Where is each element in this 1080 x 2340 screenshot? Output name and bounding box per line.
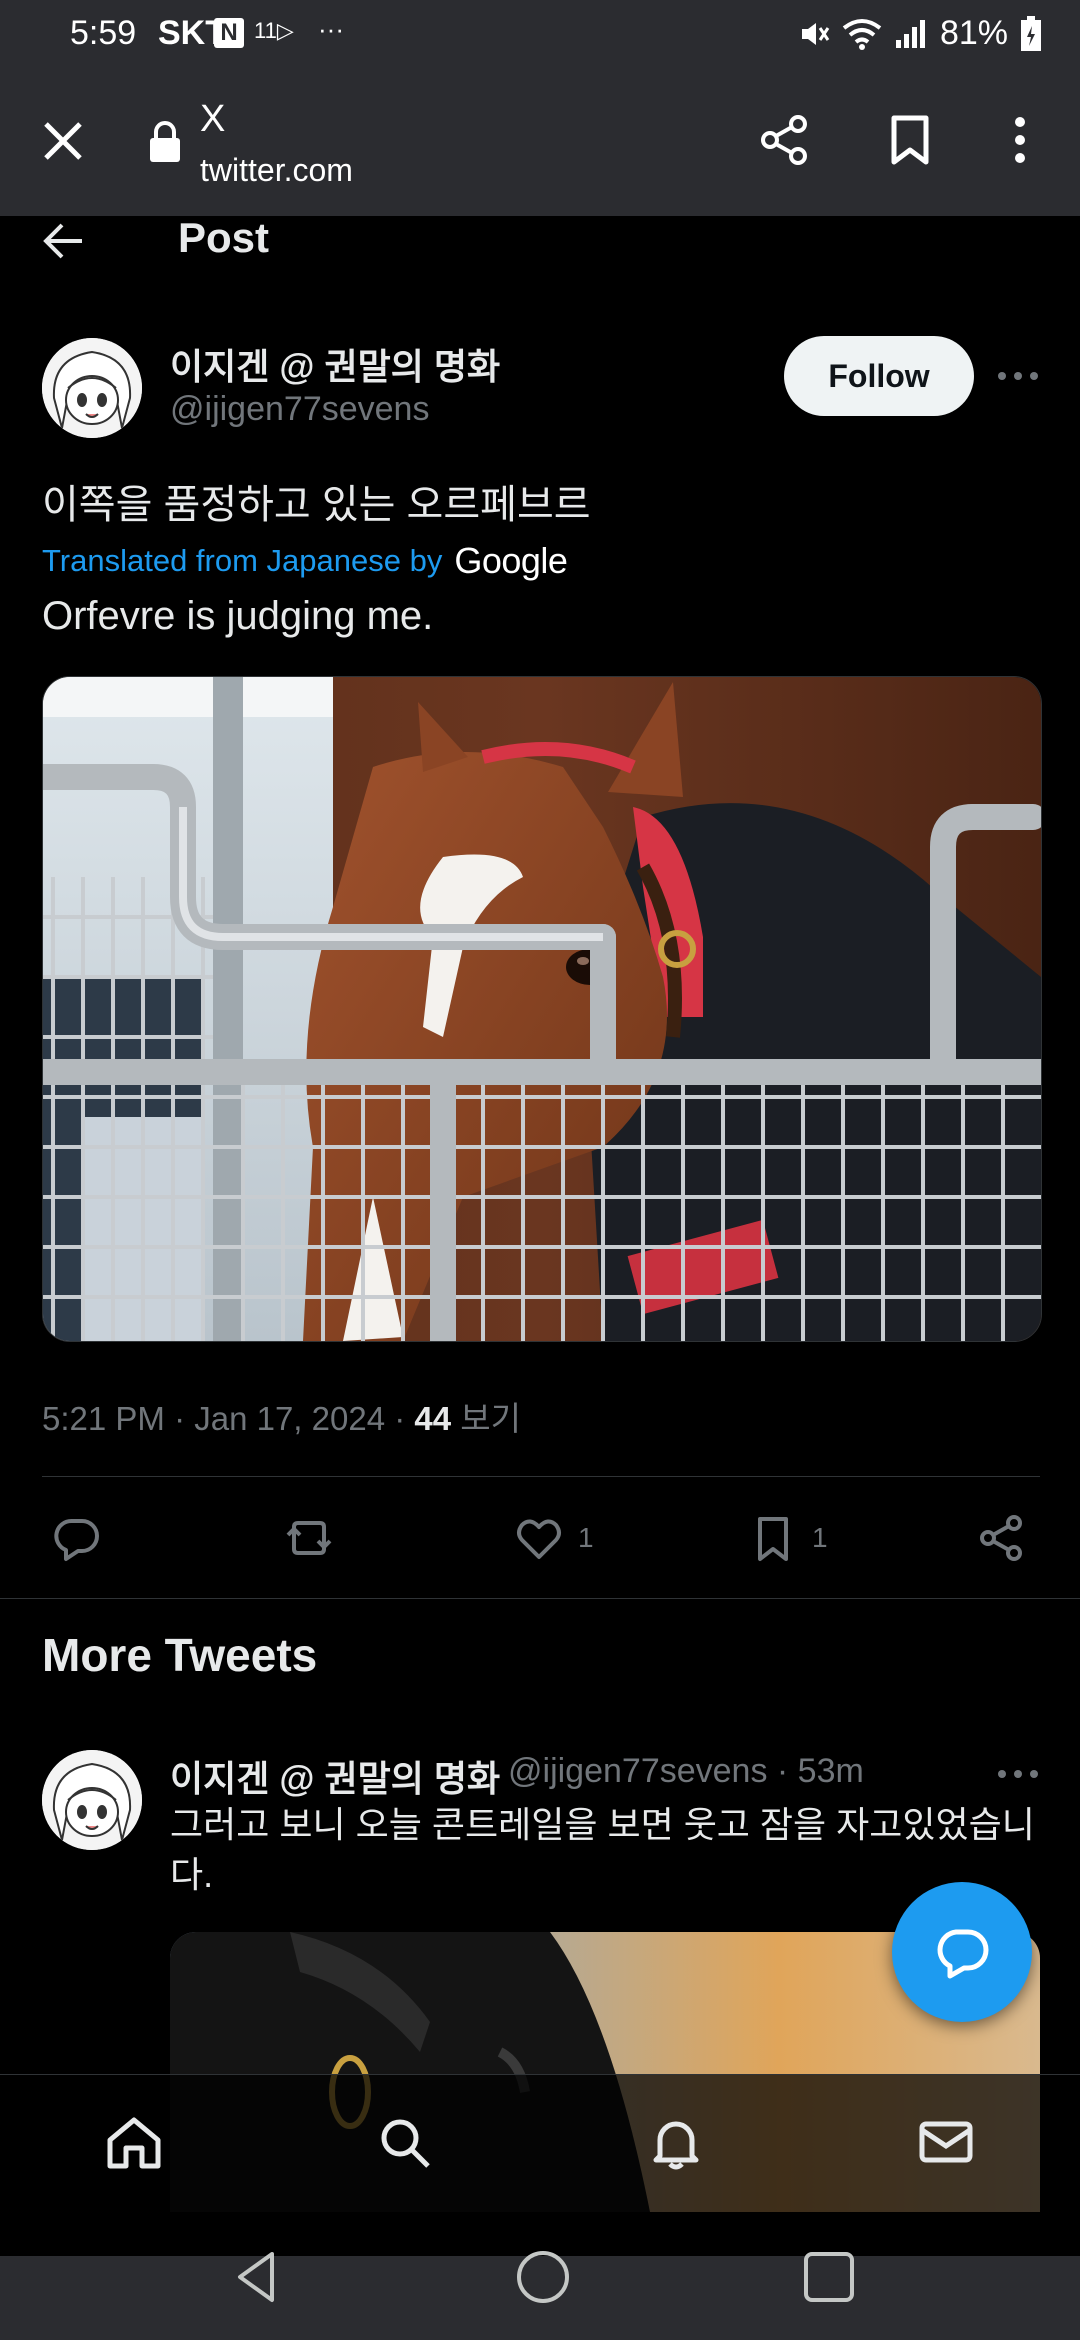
like-button[interactable]: 1 (514, 1510, 594, 1566)
page-title: Post (178, 214, 270, 261)
bookmark-icon (758, 1517, 788, 1561)
wifi-icon (842, 18, 882, 50)
status-right: 81% (798, 14, 1042, 53)
mute-icon (801, 22, 830, 45)
battery-icon (1021, 15, 1041, 51)
notifications-bell-icon[interactable] (646, 2112, 706, 2172)
avatar-illustration (42, 1750, 142, 1850)
close-icon[interactable] (38, 116, 88, 166)
share-icon (980, 1515, 1022, 1561)
reply-author-name[interactable]: 이지겐 @ 권말의 명화 (170, 1750, 500, 1802)
more-horizontal-icon[interactable] (996, 364, 1040, 388)
retweet-button[interactable] (284, 1510, 334, 1566)
timestamp-text[interactable]: 5:21 PM · Jan 17, 2024 · (42, 1400, 414, 1437)
avatar[interactable] (42, 1750, 142, 1850)
reply-tweet-text: 그러고 보니 오늘 콘트레일을 보면 웃고 잠을 자고있었습니다. (170, 1804, 1035, 1895)
divider (42, 1476, 1040, 1477)
share-icon[interactable] (756, 112, 812, 168)
lock-icon (150, 121, 180, 162)
status-dots: ··· (318, 14, 344, 44)
browser-page-title[interactable]: X (200, 98, 225, 141)
retweet-icon (286, 1521, 332, 1555)
divider (0, 1598, 1080, 1599)
compose-reply-icon (937, 1929, 989, 1979)
system-recents-icon[interactable] (798, 2246, 860, 2308)
share-button[interactable] (976, 1510, 1026, 1566)
bookmark-count: 1 (812, 1522, 828, 1553)
back-arrow-icon[interactable] (40, 218, 86, 264)
tweet-image[interactable] (42, 676, 1042, 1342)
home-icon[interactable] (104, 2112, 164, 2172)
like-count: 1 (578, 1522, 594, 1553)
messages-mail-icon[interactable] (916, 2112, 976, 2172)
avatar[interactable] (42, 338, 142, 438)
more-vertical-icon[interactable] (1000, 112, 1040, 168)
status-n-badge: N (214, 18, 244, 48)
tweet-text: 이쪽을 품정하고 있는 오르페브르 (42, 483, 591, 527)
tweet-timestamp: 5:21 PM · Jan 17, 2024 · 44 보기 (42, 1392, 521, 1440)
translated-label[interactable]: Translated from Japanese by (42, 543, 442, 579)
author-handle[interactable]: @ijigen77sevens (170, 390, 429, 429)
google-logo: Google (454, 540, 568, 581)
reply-icon (54, 1518, 99, 1561)
system-home-icon[interactable] (512, 2246, 574, 2308)
status-time: 5:59 (70, 14, 137, 52)
search-icon[interactable] (374, 2112, 434, 2172)
compose-reply-button[interactable] (892, 1882, 1032, 2022)
browser-toolbar: X twitter.com (0, 68, 1080, 216)
views-count: 44 (414, 1400, 452, 1437)
heart-icon (517, 1519, 561, 1559)
browser-url[interactable]: twitter.com (200, 152, 353, 189)
more-horizontal-icon[interactable] (996, 1762, 1040, 1786)
status-network-small: 11▷ (254, 18, 294, 43)
status-bar: 5:59 SKT N 11▷ ··· 81% (0, 0, 1080, 68)
translated-text: Orfevre is judging me. (42, 594, 434, 638)
bookmark-button[interactable]: 1 (748, 1510, 828, 1566)
avatar-illustration (42, 338, 142, 438)
translation-attribution: Translated from Japanese by Google (42, 540, 568, 582)
author-display-name[interactable]: 이지겐 @ 권말의 명화 (170, 338, 500, 390)
more-tweets-heading: More Tweets (42, 1629, 318, 1681)
reply-button[interactable] (52, 1510, 102, 1566)
views-label: 보기 (451, 1400, 521, 1437)
battery-percent: 81% (939, 14, 1008, 52)
follow-button[interactable]: Follow (784, 336, 974, 416)
signal-icon (895, 19, 925, 48)
horse-photo (43, 677, 1041, 1341)
bookmark-icon[interactable] (882, 112, 938, 168)
system-back-icon[interactable] (226, 2246, 288, 2308)
reply-author-handle-time[interactable]: @ijigen77sevens · 53m (508, 1752, 864, 1791)
